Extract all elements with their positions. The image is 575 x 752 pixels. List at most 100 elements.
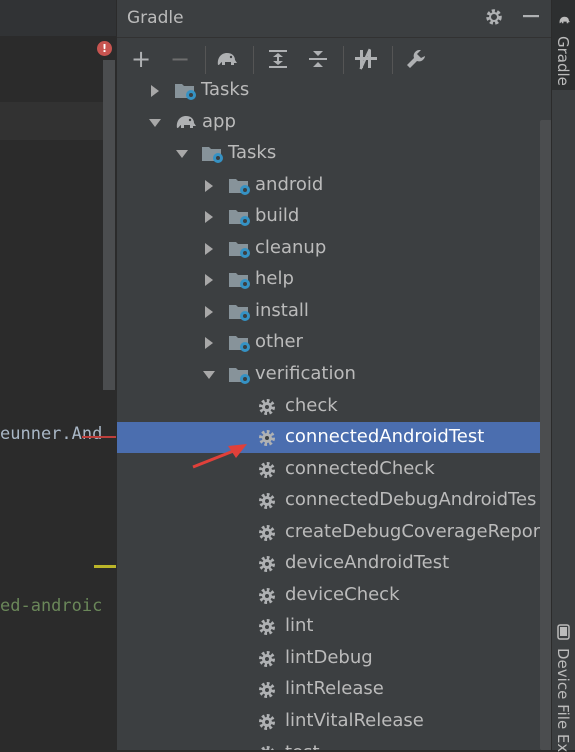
- task-folder-icon: [228, 301, 252, 323]
- tree-node[interactable]: install: [117, 296, 552, 327]
- task-item[interactable]: connectedCheck: [117, 454, 552, 485]
- chevron-right-icon[interactable]: [202, 335, 216, 350]
- tree-item-label: Tasks: [201, 79, 250, 100]
- chevron-right-icon[interactable]: [202, 209, 216, 224]
- gear-task-icon: [257, 649, 281, 671]
- wrench-icon[interactable]: [403, 46, 429, 72]
- task-item[interactable]: test: [117, 738, 552, 750]
- gradle-task-tree[interactable]: Tasks app Tasks android build cleanup he…: [117, 75, 552, 750]
- chevron-right-icon[interactable]: [202, 304, 216, 318]
- chevron-right-icon[interactable]: [202, 272, 216, 287]
- tree-item-label: help: [255, 268, 294, 290]
- task-item[interactable]: deviceAndroidTest: [117, 548, 552, 579]
- task-folder-icon: [228, 206, 252, 228]
- error-indicator-icon[interactable]: !: [97, 41, 112, 56]
- task-item[interactable]: lintVitalRelease: [117, 706, 552, 737]
- gradle-elephant-icon[interactable]: [214, 46, 240, 72]
- tree-item-label: lintRelease: [285, 678, 384, 700]
- chevron-right-icon[interactable]: [148, 83, 162, 97]
- tree-item-label: createDebugCoverageRepor: [285, 520, 541, 542]
- tab-gradle[interactable]: Gradle: [552, 0, 575, 90]
- tree-node[interactable]: help: [117, 264, 552, 295]
- task-folder-icon: [201, 143, 225, 165]
- gear-task-icon: [257, 397, 281, 419]
- task-item[interactable]: lintDebug: [117, 643, 552, 674]
- tree-item-label: lint: [285, 615, 314, 637]
- tree-item-label: android: [255, 173, 324, 195]
- task-item[interactable]: check: [117, 391, 552, 422]
- editor-scrollbar[interactable]: [103, 60, 115, 390]
- error-underline: [82, 436, 116, 438]
- remove-project-button[interactable]: −: [167, 45, 193, 73]
- chevron-down-icon[interactable]: [202, 367, 216, 381]
- chevron-down-icon[interactable]: [148, 115, 162, 129]
- gradle-panel: Gradle + − Tasks app Tasks android build…: [116, 0, 552, 750]
- tree-node[interactable]: verification: [117, 359, 552, 390]
- toolbar-divider: [205, 46, 206, 74]
- gradle-elephant-icon: [559, 16, 570, 24]
- chevron-right-icon[interactable]: [202, 178, 216, 192]
- gradle-project-icon: [174, 112, 198, 134]
- collapse-all-icon[interactable]: [305, 46, 331, 72]
- tree-node[interactable]: app: [117, 107, 552, 138]
- tree-item-label: lintDebug: [285, 646, 373, 668]
- device-icon: [557, 624, 570, 640]
- gradle-toolbar: + −: [117, 40, 552, 78]
- task-item[interactable]: connectedAndroidTest: [117, 422, 552, 454]
- tree-item-label: check: [285, 394, 338, 416]
- task-item[interactable]: lint: [117, 611, 552, 642]
- tree-node[interactable]: cleanup: [117, 233, 552, 264]
- editor-tab-bar: [0, 0, 116, 36]
- warning-underline: [94, 565, 116, 568]
- tree-item-label: lintVitalRelease: [285, 710, 424, 731]
- tree-item-label: connectedDebugAndroidTes: [285, 489, 537, 511]
- task-item[interactable]: deviceCheck: [117, 580, 552, 611]
- task-item[interactable]: createDebugCoverageRepor: [117, 517, 552, 548]
- tree-item-label: test: [285, 742, 320, 750]
- gear-task-icon: [257, 523, 281, 545]
- gear-task-icon: [257, 680, 281, 702]
- current-line-highlight: [0, 102, 103, 140]
- task-item[interactable]: lintRelease: [117, 674, 552, 705]
- task-folder-icon: [228, 238, 252, 260]
- panel-title: Gradle: [127, 8, 184, 28]
- tree-item-label: deviceCheck: [285, 583, 400, 605]
- code-line: ed-androic: [0, 596, 103, 616]
- gear-task-icon: [257, 744, 281, 750]
- tree-item-label: deviceAndroidTest: [285, 552, 450, 574]
- right-tool-strip: Gradle Device File Ex: [551, 0, 575, 752]
- tree-item-label: cleanup: [255, 236, 327, 258]
- chevron-right-icon[interactable]: [202, 241, 216, 255]
- tree-node[interactable]: Tasks: [117, 75, 552, 106]
- tree-item-label: install: [255, 299, 309, 321]
- tab-device-file-explorer[interactable]: Device File Ex: [552, 620, 575, 752]
- toolbar-divider: [392, 46, 393, 74]
- tree-node[interactable]: build: [117, 201, 552, 232]
- tree-node[interactable]: android: [117, 170, 552, 201]
- toolbar-divider: [253, 46, 254, 74]
- task-item[interactable]: connectedDebugAndroidTes: [117, 485, 552, 516]
- tree-item-label: connectedAndroidTest: [285, 426, 485, 448]
- gear-task-icon: [257, 428, 281, 450]
- tree-node[interactable]: Tasks: [117, 138, 552, 169]
- task-folder-icon: [174, 80, 198, 102]
- add-project-button[interactable]: +: [128, 45, 154, 73]
- toolbar-divider: [343, 46, 344, 74]
- tree-item-label: verification: [255, 362, 356, 384]
- gear-task-icon: [257, 586, 281, 608]
- gear-task-icon: [257, 491, 281, 513]
- task-folder-icon: [228, 364, 252, 386]
- task-folder-icon: [228, 269, 252, 291]
- expand-all-icon[interactable]: [265, 46, 291, 72]
- tree-item-label: Tasks: [228, 142, 277, 164]
- tree-node[interactable]: other: [117, 327, 552, 358]
- tree-item-label: build: [255, 205, 300, 227]
- minimize-icon[interactable]: [520, 7, 542, 29]
- gear-task-icon: [257, 617, 281, 639]
- task-folder-icon: [228, 175, 252, 197]
- chevron-down-icon[interactable]: [175, 146, 189, 160]
- gear-task-icon: [257, 554, 281, 576]
- code-editor[interactable]: ! eunner.And ed-androic: [0, 0, 116, 750]
- settings-gear-icon[interactable]: [483, 7, 505, 29]
- toggle-offline-mode-icon[interactable]: [353, 46, 379, 72]
